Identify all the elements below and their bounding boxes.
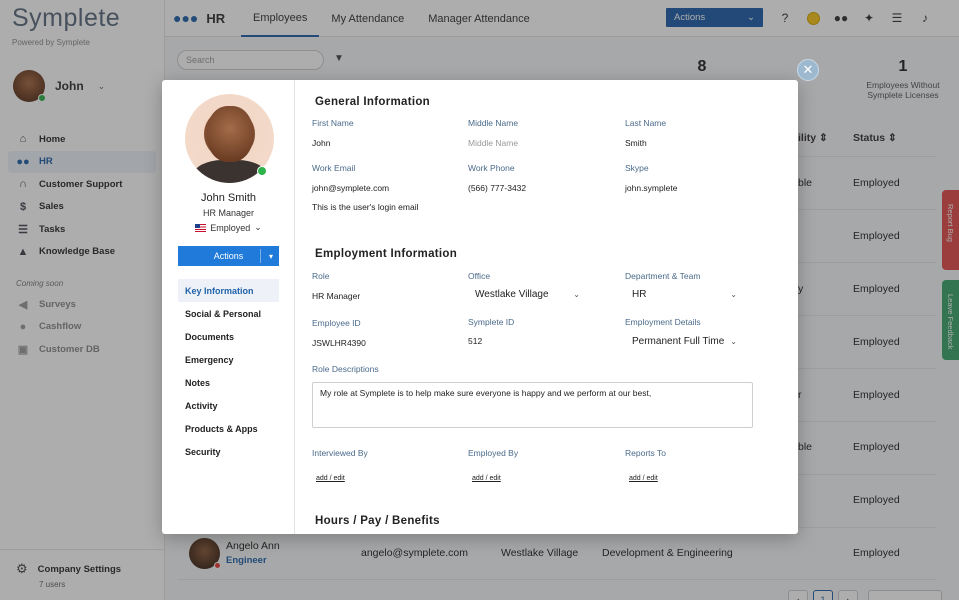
profile-actions-button[interactable]: Actions ▾ (178, 246, 279, 266)
photo-shirt (193, 160, 267, 183)
first-name-label: First Name (312, 118, 354, 128)
profile-menu-documents[interactable]: Documents (178, 325, 279, 348)
first-name-field[interactable]: John (312, 138, 330, 148)
last-name-label: Last Name (625, 118, 667, 128)
last-name-field[interactable]: Smith (625, 138, 647, 148)
reports-to-add-edit-link[interactable]: add / edit (629, 475, 658, 482)
interviewed-by-add-edit-link[interactable]: add / edit (316, 475, 345, 482)
chevron-down-icon: ▾ (268, 251, 273, 261)
employment-status-select[interactable]: Employed ⌄ (162, 222, 295, 233)
employment-details-value: Permanent Full Time (632, 336, 725, 347)
employee-profile-modal: John Smith HR Manager Employed ⌄ Actions… (162, 80, 798, 534)
login-email-note: This is the user's login email (312, 202, 419, 212)
profile-menu-products-apps[interactable]: Products & Apps (178, 417, 279, 440)
symplete-id-field: 512 (468, 336, 483, 346)
work-phone-field[interactable]: (566) 777-3432 (468, 183, 526, 193)
chevron-down-icon: ⌄ (254, 222, 262, 232)
office-value: Westlake Village (475, 289, 549, 300)
employment-details-label: Employment Details (625, 317, 701, 327)
profile-menu: Key Information Social & Personal Docume… (178, 279, 279, 463)
role-descriptions-textarea[interactable]: My role at Symplete is to help make sure… (312, 382, 753, 428)
photo-face (207, 106, 253, 162)
profile-menu-social-personal[interactable]: Social & Personal (178, 302, 279, 325)
chevron-down-icon: ⌄ (730, 337, 737, 346)
work-email-label: Work Email (312, 163, 356, 173)
divider (260, 249, 261, 263)
profile-title: HR Manager (202, 208, 255, 218)
profile-menu-emergency[interactable]: Emergency (178, 348, 279, 371)
symplete-id-label: Symplete ID (468, 317, 515, 327)
skype-field[interactable]: john.symplete (625, 183, 677, 193)
employment-status: Employed (210, 222, 251, 233)
employee-id-label: Employee ID (312, 318, 361, 328)
office-select[interactable]: Westlake Village ⌄ (475, 289, 580, 300)
profile-actions-label: Actions (213, 251, 244, 261)
profile-menu-notes[interactable]: Notes (178, 371, 279, 394)
work-email-field[interactable]: john@symplete.com (312, 183, 389, 193)
general-information-title: General Information (315, 96, 430, 108)
profile-menu-key-information[interactable]: Key Information (178, 279, 279, 302)
online-status-dot (257, 166, 267, 176)
employed-by-add-edit-link[interactable]: add / edit (472, 475, 501, 482)
profile-menu-activity[interactable]: Activity (178, 394, 279, 417)
reports-to-label: Reports To (625, 448, 666, 458)
work-phone-label: Work Phone (468, 163, 515, 173)
us-flag-icon (195, 223, 207, 232)
middle-name-field[interactable]: Middle Name (468, 138, 518, 148)
interviewed-by-label: Interviewed By (312, 448, 368, 458)
close-icon[interactable]: ✕ (797, 59, 819, 81)
employee-id-field[interactable]: JSWLHR4390 (312, 338, 366, 348)
skype-label: Skype (625, 163, 649, 173)
middle-name-label: Middle Name (468, 118, 519, 128)
chevron-down-icon: ⌄ (573, 290, 580, 299)
role-descriptions-label: Role Descriptions (312, 364, 379, 374)
chevron-down-icon: ⌄ (730, 290, 737, 299)
department-label: Department & Team (625, 271, 701, 281)
employment-details-select[interactable]: Permanent Full Time ⌄ (632, 336, 737, 347)
office-label: Office (468, 271, 491, 281)
profile-name: John Smith (200, 192, 257, 204)
role-label: Role (312, 271, 330, 281)
employed-by-label: Employed By (468, 448, 519, 458)
profile-details: General Information First Name John Midd… (295, 80, 798, 534)
department-value: HR (632, 289, 647, 300)
employment-information-title: Employment Information (315, 248, 458, 260)
department-select[interactable]: HR ⌄ (632, 289, 737, 300)
profile-menu-security[interactable]: Security (178, 440, 279, 463)
hours-pay-benefits-title: Hours / Pay / Benefits (315, 515, 440, 527)
profile-sidebar: John Smith HR Manager Employed ⌄ Actions… (162, 80, 295, 534)
role-field[interactable]: HR Manager (312, 291, 360, 301)
